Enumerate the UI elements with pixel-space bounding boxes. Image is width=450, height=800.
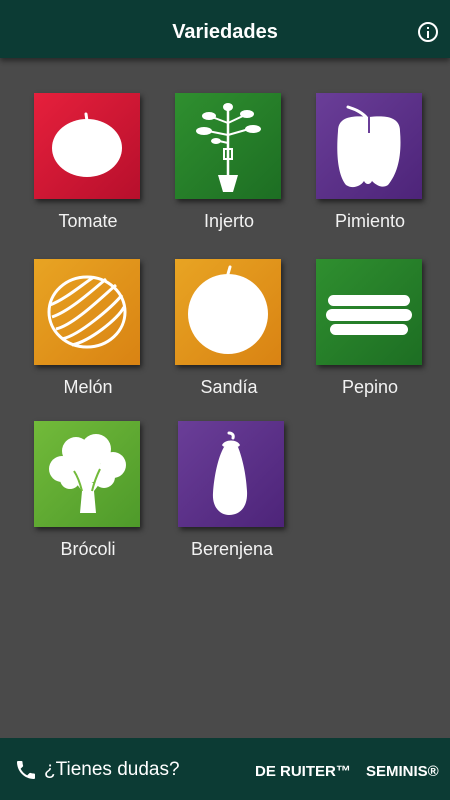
cucumber-icon bbox=[326, 295, 412, 335]
info-circle-icon[interactable] bbox=[418, 22, 438, 42]
page-title: Variedades bbox=[172, 21, 278, 43]
help-label: ¿Tienes dudas? bbox=[44, 759, 180, 780]
watermelon-icon bbox=[188, 265, 268, 354]
variety-tile-sandia[interactable]: Sandía bbox=[175, 259, 283, 397]
variety-tile-brocoli[interactable]: Brócoli bbox=[34, 421, 142, 559]
variety-tile-melon[interactable]: Melón bbox=[34, 259, 142, 397]
variety-tile-pepino[interactable]: Pepino bbox=[316, 259, 424, 397]
variety-tile-pimiento[interactable]: Pimiento bbox=[316, 93, 424, 231]
broccoli-icon bbox=[49, 434, 126, 513]
app-header: Variedades bbox=[0, 0, 450, 58]
melon-icon bbox=[47, 275, 127, 349]
brand-de-ruiter: DE RUITER™ bbox=[255, 763, 351, 780]
variety-label: Pimiento bbox=[334, 211, 406, 231]
variety-label: Melón bbox=[63, 377, 113, 397]
variety-label: Injerto bbox=[203, 211, 255, 231]
variety-label: Berenjena bbox=[190, 539, 274, 559]
tomato-icon bbox=[52, 112, 122, 177]
phone-icon bbox=[17, 761, 35, 779]
variety-label: Brócoli bbox=[60, 539, 116, 559]
eggplant-icon bbox=[212, 431, 248, 515]
variety-tile-tomate[interactable]: Tomate bbox=[34, 93, 142, 231]
variety-tile-injerto[interactable]: Injerto bbox=[175, 93, 283, 231]
help-call-button[interactable]: ¿Tienes dudas? bbox=[14, 758, 180, 782]
variety-label: Tomate bbox=[58, 211, 118, 231]
variety-label: Pepino bbox=[341, 377, 399, 397]
app-footer: ¿Tienes dudas? DE RUITER™ SEMINIS® bbox=[0, 738, 450, 800]
brand-seminis: SEMINIS® bbox=[366, 763, 439, 780]
pepper-icon bbox=[337, 105, 401, 188]
variety-tile-berenjena[interactable]: Berenjena bbox=[178, 421, 286, 559]
variety-label: Sandía bbox=[200, 377, 258, 397]
grafted-plant-icon bbox=[196, 103, 261, 192]
varieties-grid: Tomate Injerto Pimiento Melón Sandía Pep… bbox=[0, 58, 450, 738]
